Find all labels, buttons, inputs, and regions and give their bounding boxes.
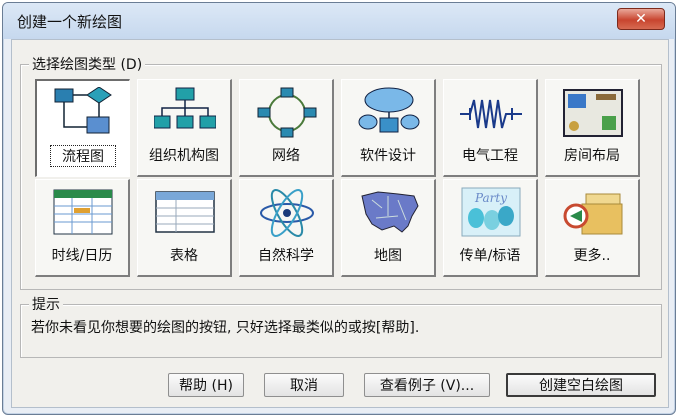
tile-electrical[interactable]: 电气工程	[443, 79, 538, 177]
title-bar[interactable]: 创建一个新绘图 ✕	[3, 3, 675, 39]
electrical-icon	[460, 99, 522, 129]
tile-label: 软件设计	[360, 148, 416, 164]
calendar-icon	[53, 189, 113, 235]
tile-calendar[interactable]: 时线/日历	[35, 179, 130, 277]
hint-text: 若你未看见你想要的绘图的按钮, 只好选择最类似的或按[帮助].	[31, 320, 420, 336]
tile-label: 时线/日历	[51, 248, 113, 264]
tile-flyer-banner[interactable]: Party 传单/标语	[443, 179, 538, 277]
new-drawing-dialog: 创建一个新绘图 ✕ 选择绘图类型 (D) 流程图 组织机构图 网络 软件设计 电…	[2, 2, 676, 415]
tile-flowchart[interactable]: 流程图	[35, 79, 130, 177]
tile-more[interactable]: 更多..	[545, 179, 640, 277]
tile-label: 自然科学	[258, 248, 314, 264]
room-layout-icon	[563, 89, 623, 137]
drawing-type-group-label: 选择绘图类型 (D)	[29, 54, 146, 74]
tile-label: 表格	[170, 248, 198, 264]
tile-natural-science[interactable]: 自然科学	[239, 179, 334, 277]
tile-label: 网络	[272, 148, 300, 164]
tile-label: 电气工程	[462, 148, 518, 164]
close-button[interactable]: ✕	[617, 8, 665, 30]
svg-text:Party: Party	[474, 191, 507, 205]
drawing-type-group: 选择绘图类型 (D) 流程图 组织机构图 网络 软件设计 电气工程 房间布局 时…	[20, 54, 662, 290]
tile-table[interactable]: 表格	[137, 179, 232, 277]
dialog-title: 创建一个新绘图	[17, 13, 123, 31]
create-blank-drawing-button[interactable]: 创建空白绘图	[506, 373, 656, 397]
tile-label: 房间布局	[564, 148, 620, 164]
flowchart-icon	[54, 87, 112, 134]
table-icon	[155, 191, 215, 233]
party-banner-icon: Party	[461, 187, 521, 237]
tile-label: 组织机构图	[149, 148, 219, 164]
view-examples-button[interactable]: 查看例子 (V)...	[364, 373, 490, 397]
tile-label: 地图	[374, 248, 402, 264]
close-icon: ✕	[635, 11, 647, 27]
help-button[interactable]: 帮助 (H)	[168, 373, 244, 397]
tile-label: 更多..	[573, 248, 611, 264]
software-design-icon	[358, 87, 420, 133]
network-icon	[257, 87, 317, 138]
org-chart-icon	[154, 87, 216, 129]
cancel-button[interactable]: 取消	[264, 373, 344, 397]
more-folder-icon	[563, 193, 623, 235]
atom-icon	[260, 189, 314, 237]
hint-group: 提示 若你未看见你想要的绘图的按钮, 只好选择最类似的或按[帮助].	[20, 294, 662, 358]
tile-org-chart[interactable]: 组织机构图	[137, 79, 232, 177]
tile-software-design[interactable]: 软件设计	[341, 79, 436, 177]
hint-group-label: 提示	[29, 294, 63, 314]
tile-label: 流程图	[50, 145, 116, 167]
tile-network[interactable]: 网络	[239, 79, 334, 177]
dialog-body: 选择绘图类型 (D) 流程图 组织机构图 网络 软件设计 电气工程 房间布局 时…	[11, 39, 669, 408]
tile-label: 传单/标语	[459, 248, 521, 264]
tile-room-layout[interactable]: 房间布局	[545, 79, 640, 177]
tile-map[interactable]: 地图	[341, 179, 436, 277]
map-icon	[361, 191, 419, 233]
